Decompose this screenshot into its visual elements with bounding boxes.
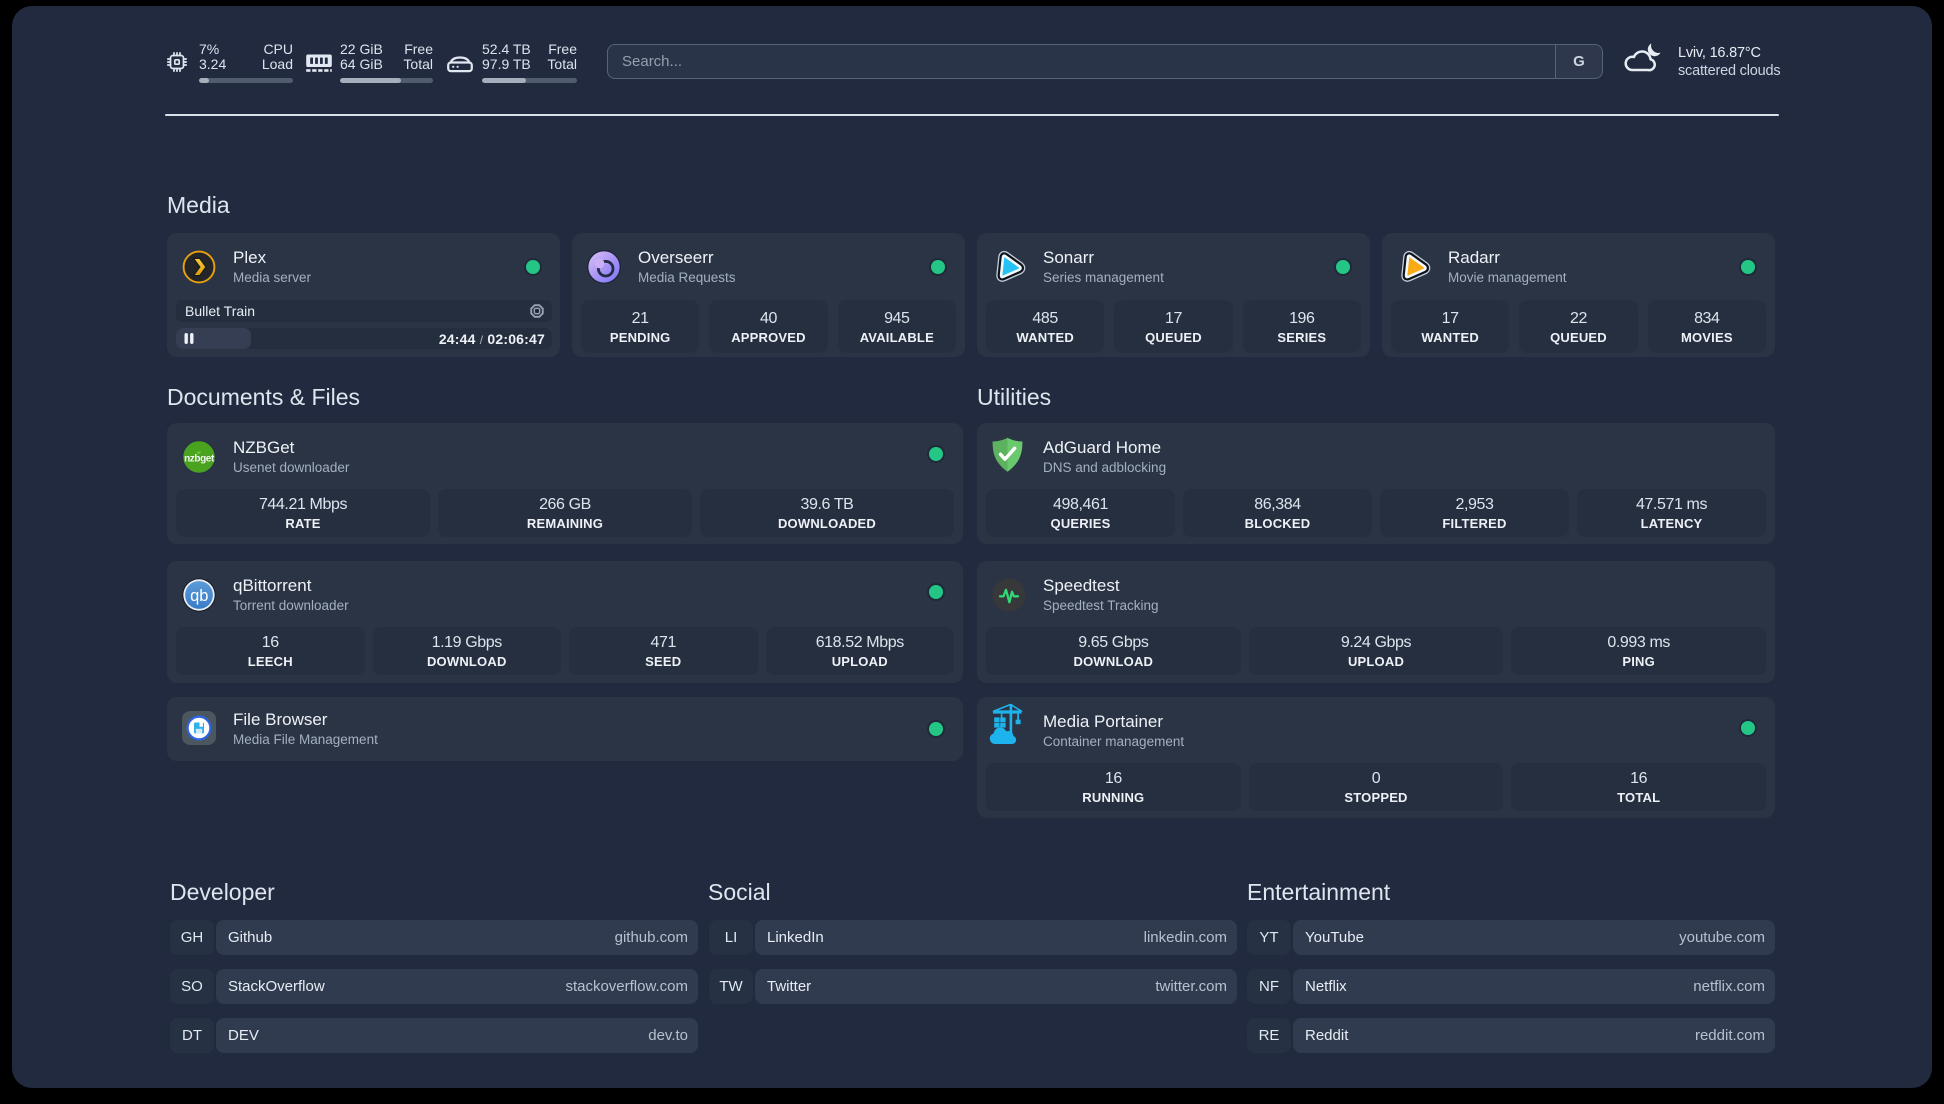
svg-text:qb: qb bbox=[190, 587, 208, 605]
svg-text:nzbget: nzbget bbox=[184, 454, 215, 465]
